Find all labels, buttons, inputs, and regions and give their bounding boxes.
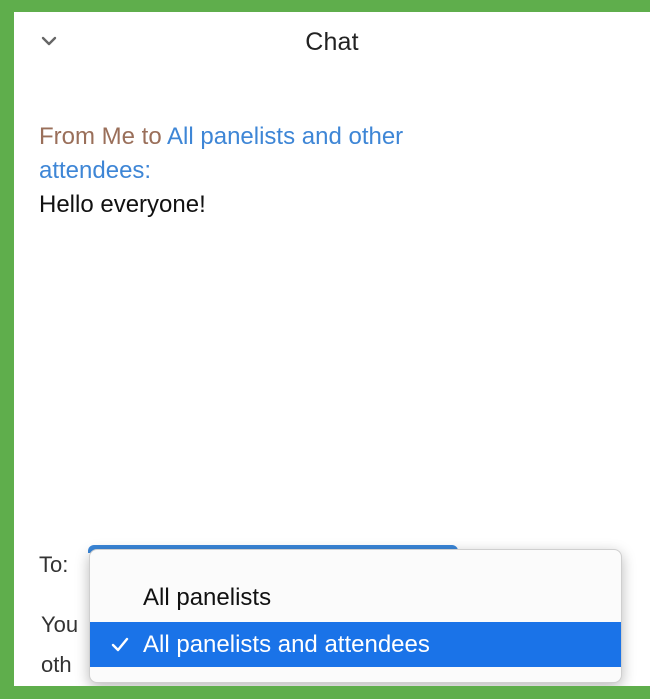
menu-item-all-panelists-and-attendees[interactable]: All panelists and attendees xyxy=(90,622,621,667)
chat-message: From Me to All panelists and other atten… xyxy=(39,120,459,220)
message-sender-line: From Me to All panelists and other atten… xyxy=(39,120,459,188)
composer-hint-line-2: oth xyxy=(41,652,72,677)
composer-hint-line-1: You xyxy=(41,612,79,637)
to-label: To: xyxy=(39,552,69,577)
checkmark-icon xyxy=(110,622,130,667)
chat-panel: Chat From Me to All panelists and other … xyxy=(14,12,650,699)
message-text: Hello everyone! xyxy=(39,191,206,218)
chat-title: Chat xyxy=(305,28,359,56)
recipient-dropdown-menu: All panelists All panelists and attendee… xyxy=(89,549,622,683)
menu-item-all-panelists[interactable]: All panelists xyxy=(90,575,621,620)
window-frame-bottom xyxy=(0,686,650,699)
menu-item-label: All panelists and attendees xyxy=(143,631,430,658)
chat-header: Chat xyxy=(14,12,650,74)
menu-item-label: All panelists xyxy=(143,584,272,611)
sender-label: From Me to xyxy=(39,123,168,150)
